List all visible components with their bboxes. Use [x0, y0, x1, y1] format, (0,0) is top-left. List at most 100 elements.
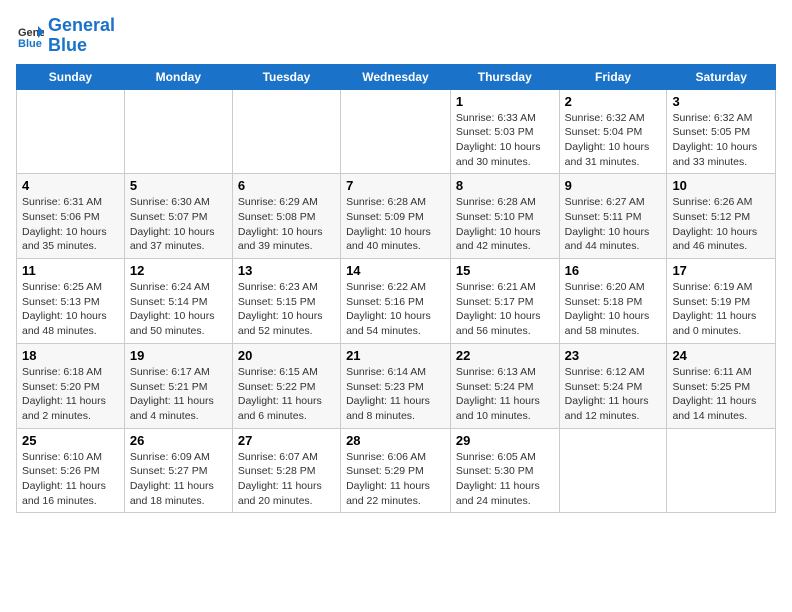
- day-number: 25: [22, 433, 119, 448]
- calendar-cell: 19 Sunrise: 6:17 AMSunset: 5:21 PMDayligh…: [124, 343, 232, 428]
- day-info: Sunrise: 6:30 AMSunset: 5:07 PMDaylight:…: [130, 195, 227, 254]
- calendar-cell: 28Sunrise: 6:06 AMSunset: 5:29 PMDayligh…: [341, 428, 451, 513]
- calendar-cell: 9 Sunrise: 6:27 AMSunset: 5:11 PMDaylight…: [559, 174, 667, 259]
- calendar-cell: [341, 89, 451, 174]
- day-info: Sunrise: 6:28 AMSunset: 5:09 PMDaylight:…: [346, 195, 445, 254]
- calendar-cell: 27 Sunrise: 6:07 AMSunset: 5:28 PMDayligh…: [232, 428, 340, 513]
- day-header-tuesday: Tuesday: [232, 64, 340, 89]
- logo: General Blue GeneralBlue: [16, 16, 115, 56]
- day-number: 4: [22, 178, 119, 193]
- svg-text:Blue: Blue: [18, 38, 42, 50]
- day-number: 11: [22, 263, 119, 278]
- calendar-cell: 11 Sunrise: 6:25 AMSunset: 5:13 PMDayligh…: [17, 259, 125, 344]
- day-number: 22: [456, 348, 554, 363]
- calendar-cell: 7 Sunrise: 6:28 AMSunset: 5:09 PMDaylight…: [341, 174, 451, 259]
- calendar-header-row: SundayMondayTuesdayWednesdayThursdayFrid…: [17, 64, 776, 89]
- calendar-cell: 5Sunrise: 6:30 AMSunset: 5:07 PMDaylight…: [124, 174, 232, 259]
- day-number: 24: [672, 348, 770, 363]
- day-number: 16: [565, 263, 662, 278]
- logo-text: GeneralBlue: [48, 16, 115, 56]
- day-number: 9: [565, 178, 662, 193]
- day-info: Sunrise: 6:23 AMSunset: 5:15 PMDaylight:…: [238, 280, 335, 339]
- day-number: 27: [238, 433, 335, 448]
- day-number: 1: [456, 94, 554, 109]
- calendar-week-2: 4Sunrise: 6:31 AMSunset: 5:06 PMDaylight…: [17, 174, 776, 259]
- day-info: Sunrise: 6:32 AMSunset: 5:04 PMDaylight:…: [565, 111, 662, 170]
- day-info: Sunrise: 6:32 AMSunset: 5:05 PMDaylight:…: [672, 111, 770, 170]
- day-number: 12: [130, 263, 227, 278]
- calendar-table: SundayMondayTuesdayWednesdayThursdayFrid…: [16, 64, 776, 514]
- day-info: Sunrise: 6:27 AMSunset: 5:11 PMDaylight:…: [565, 195, 662, 254]
- day-header-saturday: Saturday: [667, 64, 776, 89]
- day-info: Sunrise: 6:33 AMSunset: 5:03 PMDaylight:…: [456, 111, 554, 170]
- day-info: Sunrise: 6:24 AMSunset: 5:14 PMDaylight:…: [130, 280, 227, 339]
- calendar-cell: 1 Sunrise: 6:33 AMSunset: 5:03 PMDaylight…: [450, 89, 559, 174]
- day-info: Sunrise: 6:12 AMSunset: 5:24 PMDaylight:…: [565, 365, 662, 424]
- calendar-cell: 17 Sunrise: 6:19 AMSunset: 5:19 PMDayligh…: [667, 259, 776, 344]
- day-number: 6: [238, 178, 335, 193]
- day-info: Sunrise: 6:20 AMSunset: 5:18 PMDaylight:…: [565, 280, 662, 339]
- calendar-cell: 8 Sunrise: 6:28 AMSunset: 5:10 PMDaylight…: [450, 174, 559, 259]
- day-number: 26: [130, 433, 227, 448]
- calendar-cell: [559, 428, 667, 513]
- day-number: 17: [672, 263, 770, 278]
- calendar-cell: 26 Sunrise: 6:09 AMSunset: 5:27 PMDayligh…: [124, 428, 232, 513]
- day-info: Sunrise: 6:21 AMSunset: 5:17 PMDaylight:…: [456, 280, 554, 339]
- calendar-cell: 15 Sunrise: 6:21 AMSunset: 5:17 PMDayligh…: [450, 259, 559, 344]
- calendar-week-4: 18 Sunrise: 6:18 AMSunset: 5:20 PMDayligh…: [17, 343, 776, 428]
- day-info: Sunrise: 6:15 AMSunset: 5:22 PMDaylight:…: [238, 365, 335, 424]
- calendar-cell: [667, 428, 776, 513]
- day-number: 7: [346, 178, 445, 193]
- day-info: Sunrise: 6:13 AMSunset: 5:24 PMDaylight:…: [456, 365, 554, 424]
- calendar-cell: 3 Sunrise: 6:32 AMSunset: 5:05 PMDaylight…: [667, 89, 776, 174]
- calendar-cell: 16 Sunrise: 6:20 AMSunset: 5:18 PMDayligh…: [559, 259, 667, 344]
- calendar-cell: 25Sunrise: 6:10 AMSunset: 5:26 PMDayligh…: [17, 428, 125, 513]
- calendar-cell: 6 Sunrise: 6:29 AMSunset: 5:08 PMDaylight…: [232, 174, 340, 259]
- calendar-cell: 23Sunrise: 6:12 AMSunset: 5:24 PMDayligh…: [559, 343, 667, 428]
- day-info: Sunrise: 6:05 AMSunset: 5:30 PMDaylight:…: [456, 450, 554, 509]
- day-info: Sunrise: 6:14 AMSunset: 5:23 PMDaylight:…: [346, 365, 445, 424]
- day-header-thursday: Thursday: [450, 64, 559, 89]
- calendar-cell: 18 Sunrise: 6:18 AMSunset: 5:20 PMDayligh…: [17, 343, 125, 428]
- day-number: 19: [130, 348, 227, 363]
- calendar-cell: 13 Sunrise: 6:23 AMSunset: 5:15 PMDayligh…: [232, 259, 340, 344]
- day-info: Sunrise: 6:17 AMSunset: 5:21 PMDaylight:…: [130, 365, 227, 424]
- day-info: Sunrise: 6:25 AMSunset: 5:13 PMDaylight:…: [22, 280, 119, 339]
- day-info: Sunrise: 6:26 AMSunset: 5:12 PMDaylight:…: [672, 195, 770, 254]
- calendar-week-3: 11 Sunrise: 6:25 AMSunset: 5:13 PMDayligh…: [17, 259, 776, 344]
- day-info: Sunrise: 6:28 AMSunset: 5:10 PMDaylight:…: [456, 195, 554, 254]
- day-info: Sunrise: 6:07 AMSunset: 5:28 PMDaylight:…: [238, 450, 335, 509]
- logo-icon: General Blue: [16, 22, 44, 50]
- day-number: 15: [456, 263, 554, 278]
- day-number: 18: [22, 348, 119, 363]
- day-info: Sunrise: 6:09 AMSunset: 5:27 PMDaylight:…: [130, 450, 227, 509]
- day-header-friday: Friday: [559, 64, 667, 89]
- calendar-cell: 14 Sunrise: 6:22 AMSunset: 5:16 PMDayligh…: [341, 259, 451, 344]
- day-number: 29: [456, 433, 554, 448]
- day-info: Sunrise: 6:19 AMSunset: 5:19 PMDaylight:…: [672, 280, 770, 339]
- calendar-week-5: 25Sunrise: 6:10 AMSunset: 5:26 PMDayligh…: [17, 428, 776, 513]
- day-info: Sunrise: 6:11 AMSunset: 5:25 PMDaylight:…: [672, 365, 770, 424]
- day-info: Sunrise: 6:29 AMSunset: 5:08 PMDaylight:…: [238, 195, 335, 254]
- calendar-cell: [124, 89, 232, 174]
- calendar-cell: [232, 89, 340, 174]
- day-number: 13: [238, 263, 335, 278]
- day-number: 8: [456, 178, 554, 193]
- calendar-cell: 20 Sunrise: 6:15 AMSunset: 5:22 PMDayligh…: [232, 343, 340, 428]
- day-number: 2: [565, 94, 662, 109]
- day-header-sunday: Sunday: [17, 64, 125, 89]
- calendar-cell: 24 Sunrise: 6:11 AMSunset: 5:25 PMDayligh…: [667, 343, 776, 428]
- calendar-cell: 10Sunrise: 6:26 AMSunset: 5:12 PMDayligh…: [667, 174, 776, 259]
- calendar-cell: 12 Sunrise: 6:24 AMSunset: 5:14 PMDayligh…: [124, 259, 232, 344]
- day-number: 21: [346, 348, 445, 363]
- day-info: Sunrise: 6:22 AMSunset: 5:16 PMDaylight:…: [346, 280, 445, 339]
- calendar-cell: 22 Sunrise: 6:13 AMSunset: 5:24 PMDayligh…: [450, 343, 559, 428]
- day-number: 3: [672, 94, 770, 109]
- day-info: Sunrise: 6:18 AMSunset: 5:20 PMDaylight:…: [22, 365, 119, 424]
- day-header-wednesday: Wednesday: [341, 64, 451, 89]
- page-header: General Blue GeneralBlue: [16, 16, 776, 56]
- day-number: 20: [238, 348, 335, 363]
- calendar-cell: 4Sunrise: 6:31 AMSunset: 5:06 PMDaylight…: [17, 174, 125, 259]
- day-number: 14: [346, 263, 445, 278]
- calendar-cell: 2 Sunrise: 6:32 AMSunset: 5:04 PMDaylight…: [559, 89, 667, 174]
